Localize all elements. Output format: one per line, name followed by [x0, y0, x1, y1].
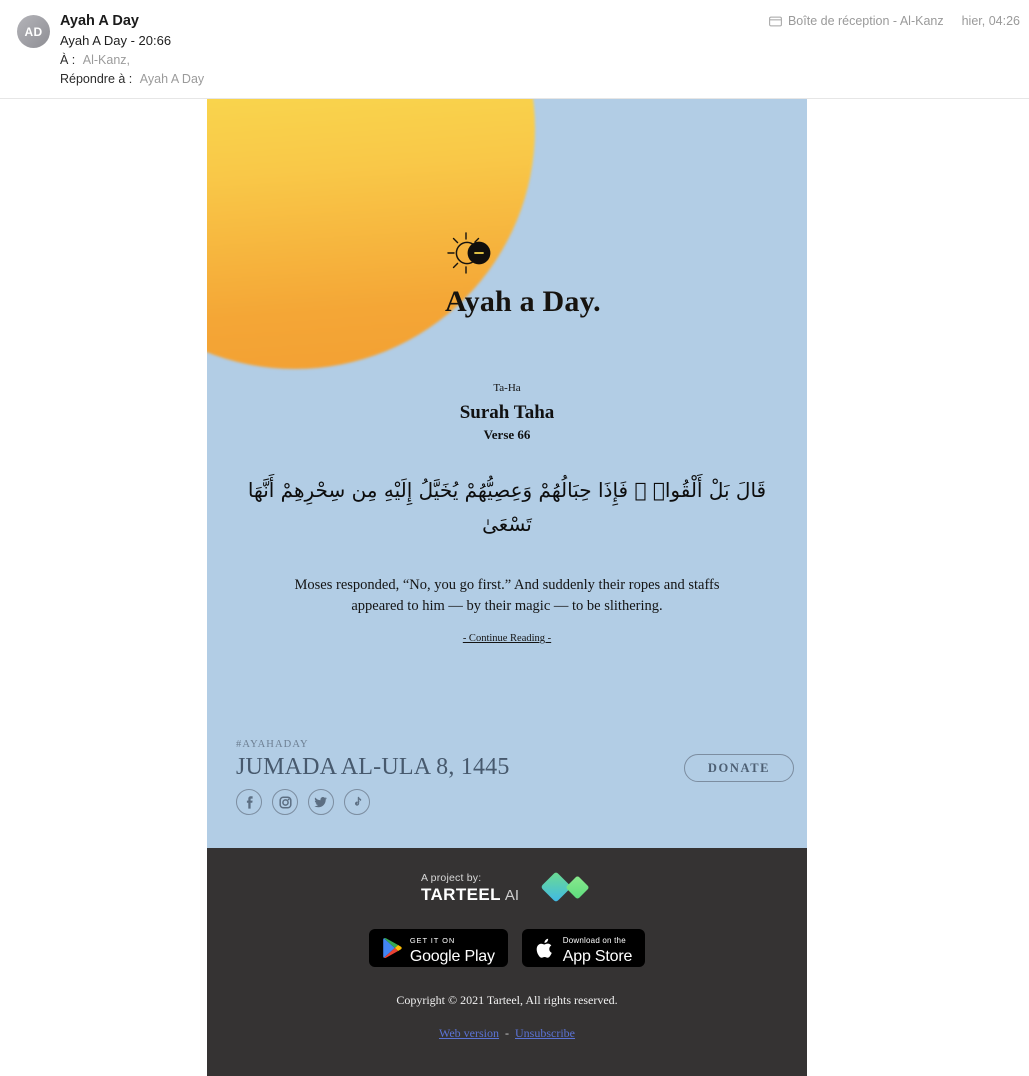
facebook-icon	[246, 795, 253, 809]
newsletter-hero: Ayah a Day. Ta-Ha Surah Taha Verse 66 قَ…	[207, 99, 807, 848]
reply-to-row: Répondre à : Ayah A Day	[60, 70, 204, 89]
surah-transliteration: Ta-Ha	[493, 382, 521, 394]
verse-number: Verse 66	[483, 427, 531, 442]
tarteel-wordmark: TARTEEL	[420, 885, 501, 904]
inbox-folder-icon	[769, 16, 782, 26]
facebook-link[interactable]	[236, 789, 262, 815]
brand-name: Ayah a Day.	[445, 285, 601, 318]
message-subject: Ayah A Day - 20:66	[60, 33, 172, 48]
footer-link-separator: -	[505, 1026, 510, 1040]
hijri-date: JUMADA AL-ULA 8, 1445	[236, 754, 510, 780]
newsletter-footer: A project by: TARTEEL AI GET IT ON Googl…	[207, 848, 807, 1076]
to-row: À : Al-Kanz,	[60, 51, 204, 70]
footer-links: Web version - Unsubscribe	[207, 1026, 807, 1041]
to-value[interactable]: Al-Kanz,	[83, 53, 130, 67]
donate-button[interactable]: DONATE	[684, 754, 794, 782]
message-meta: Ayah A Day Ayah A Day - 20:66 À : Al-Kan…	[60, 11, 204, 89]
avatar: AD	[17, 15, 50, 48]
verse-reference: Ta-Ha Surah Taha Verse 66	[207, 380, 807, 444]
apple-icon	[536, 938, 552, 958]
app-store-badge[interactable]: Download on the App Store	[521, 929, 646, 967]
app-store-small-text: Download on the	[562, 936, 626, 945]
sender-name: Ayah A Day	[60, 13, 139, 29]
header-right-meta: Boîte de réception - Al-Kanz hier, 04:26	[769, 14, 1020, 28]
mailbox-folder-tag[interactable]: Boîte de réception - Al-Kanz	[769, 14, 944, 28]
to-label: À :	[60, 53, 76, 67]
verse-translation: Moses responded, “No, you go first.” And…	[294, 577, 720, 614]
reply-to-label: Répondre à :	[60, 72, 133, 86]
instagram-icon	[278, 795, 292, 809]
app-store-label: App Store	[562, 948, 633, 965]
copyright-text: Copyright © 2021 Tarteel, All rights res…	[396, 993, 618, 1007]
sun-eclipse-icon	[447, 232, 491, 274]
google-play-small-text: GET IT ON	[409, 936, 456, 945]
web-version-link[interactable]: Web version	[439, 1026, 499, 1040]
app-store-badges: GET IT ON Google Play Download on the Ap…	[207, 929, 807, 967]
project-by-label: A project by:	[420, 872, 482, 884]
tarteel-ai-suffix: AI	[504, 887, 520, 904]
google-play-label: Google Play	[409, 948, 495, 965]
twitter-icon	[313, 796, 327, 807]
project-credit: A project by: TARTEEL AI	[207, 848, 807, 905]
hero-footer: #AYAHADAY JUMADA AL-ULA 8, 1445	[236, 739, 510, 815]
instagram-link[interactable]	[272, 789, 298, 815]
google-play-badge[interactable]: GET IT ON Google Play	[368, 929, 508, 967]
tiktok-link[interactable]	[344, 789, 370, 815]
mailbox-folder-label: Boîte de réception - Al-Kanz	[787, 14, 944, 28]
tarteel-diamonds-icon	[541, 872, 589, 902]
hashtag: #AYAHADAY	[236, 739, 309, 750]
brand-logo[interactable]: Ayah a Day.	[445, 231, 601, 317]
unsubscribe-link[interactable]: Unsubscribe	[515, 1026, 575, 1040]
arabic-verse-text: قَالَ بَلْ أَلْقُوا۟ ۖ فَإِذَا حِبَالُهُ…	[247, 478, 767, 536]
email-body: Ayah a Day. Ta-Ha Surah Taha Verse 66 قَ…	[207, 99, 807, 1076]
tiktok-icon	[354, 796, 361, 806]
twitter-link[interactable]	[308, 789, 334, 815]
reply-to-value[interactable]: Ayah A Day	[140, 72, 204, 86]
google-play-icon	[383, 937, 402, 959]
social-links	[236, 789, 510, 815]
continue-reading-link[interactable]: - Continue Reading -	[207, 633, 807, 644]
message-timestamp: hier, 04:26	[961, 14, 1020, 28]
surah-name: Surah Taha	[459, 402, 555, 423]
email-message-header: AD Ayah A Day Ayah A Day - 20:66 À : Al-…	[0, 0, 1029, 99]
